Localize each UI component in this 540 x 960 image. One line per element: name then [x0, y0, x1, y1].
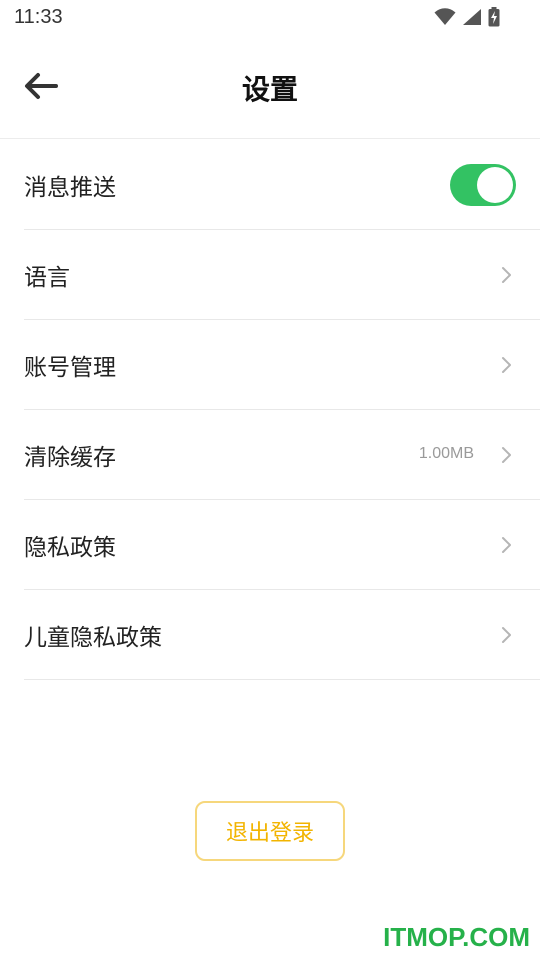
settings-row-label: 儿童隐私政策	[24, 624, 162, 651]
settings-row-child-privacy-policy[interactable]: 儿童隐私政策	[24, 590, 540, 680]
page-title: 设置	[241, 73, 298, 106]
chevron-right-icon	[502, 266, 511, 283]
status-bar: 11:33	[0, 0, 540, 36]
chevron-right-icon	[502, 356, 511, 373]
wifi-icon	[434, 8, 456, 25]
settings-row-privacy-policy[interactable]: 隐私政策	[24, 500, 540, 590]
toggle-knob	[477, 166, 513, 203]
settings-row-label: 语言	[24, 264, 70, 291]
cache-size-value: 1.00MB	[418, 444, 474, 462]
push-notification-toggle[interactable]	[450, 163, 516, 206]
chevron-right-icon	[502, 626, 511, 643]
settings-row-label: 隐私政策	[24, 534, 116, 561]
app-header: 设置	[0, 36, 540, 139]
settings-row-push-notifications: 消息推送	[24, 140, 540, 230]
watermark-text: ITMOP.COM	[383, 922, 530, 952]
chevron-right-icon	[502, 446, 511, 463]
settings-row-clear-cache[interactable]: 清除缓存 1.00MB	[24, 410, 540, 500]
signal-icon	[463, 9, 481, 25]
settings-row-label: 账号管理	[24, 354, 116, 381]
settings-row-language[interactable]: 语言	[24, 230, 540, 320]
status-time: 11:33	[14, 6, 63, 28]
logout-button[interactable]: 退出登录	[195, 801, 345, 861]
battery-charging-icon	[488, 7, 500, 27]
settings-list: 消息推送 语言 账号管理 清除缓存 1.00MB 隐私政策 儿童隐私政策	[24, 140, 540, 680]
settings-row-account-management[interactable]: 账号管理	[24, 320, 540, 410]
settings-row-label: 消息推送	[24, 174, 116, 201]
chevron-right-icon	[502, 536, 511, 553]
settings-row-label: 清除缓存	[24, 444, 116, 471]
status-icons	[434, 7, 500, 27]
